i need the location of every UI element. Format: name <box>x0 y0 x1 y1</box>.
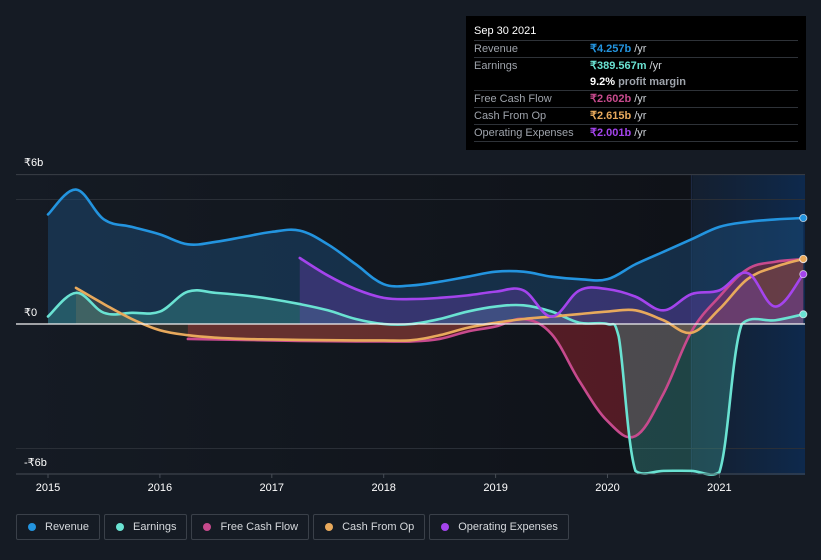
tooltip-date: Sep 30 2021 <box>474 23 798 41</box>
tooltip-unit: /yr <box>634 93 647 105</box>
y-tick-label: -₹6b <box>24 457 47 469</box>
legend-item-revenue[interactable]: Revenue <box>16 514 101 540</box>
tooltip-label: Revenue <box>474 43 519 55</box>
operating-expenses-dot-icon <box>441 523 450 531</box>
legend: Revenue Earnings Free Cash Flow Cash Fro… <box>16 514 569 540</box>
x-tick-label: 2020 <box>595 482 619 494</box>
tooltip-row-earnings: Earnings ₹389.567m /yr <box>474 58 798 74</box>
tooltip-label: Earnings <box>474 60 518 72</box>
legend-label: Cash From Op <box>342 521 415 533</box>
legend-item-earnings[interactable]: Earnings <box>104 514 188 540</box>
tooltip-label: Cash From Op <box>474 110 547 122</box>
tooltip-row-revenue: Revenue ₹4.257b /yr <box>474 41 798 58</box>
revenue-end-marker[interactable] <box>799 214 808 223</box>
legend-label: Operating Expenses <box>458 521 558 533</box>
tooltip: Sep 30 2021 Revenue ₹4.257b /yr Earnings… <box>466 16 806 150</box>
earnings-dot-icon <box>116 523 125 531</box>
legend-item-cash-from-op[interactable]: Cash From Op <box>313 514 426 540</box>
tooltip-row-free-cash-flow: Free Cash Flow ₹2.602b /yr <box>474 91 798 108</box>
x-tick-label: 2016 <box>148 482 172 494</box>
x-tick-label: 2017 <box>260 482 284 494</box>
operating-expenses-end-marker[interactable] <box>799 270 808 279</box>
tooltip-value: ₹4.257b <box>590 43 632 55</box>
tooltip-row-operating-expenses: Operating Expenses ₹2.001b /yr <box>474 125 798 142</box>
cash-from-op-end-marker[interactable] <box>799 254 808 263</box>
profit-margin-label: profit margin <box>618 76 686 88</box>
free-cash-flow-dot-icon <box>203 523 212 531</box>
cash-from-op-dot-icon <box>325 523 334 531</box>
y-tick-label: ₹0 <box>24 307 37 319</box>
legend-label: Earnings <box>133 521 177 533</box>
tooltip-label: Free Cash Flow <box>474 93 552 105</box>
tooltip-row-cash-from-op: Cash From Op ₹2.615b /yr <box>474 108 798 125</box>
x-tick-label: 2021 <box>707 482 731 494</box>
y-tick-label: ₹6b <box>24 157 43 169</box>
legend-label: Free Cash Flow <box>220 521 299 533</box>
tooltip-unit: /yr <box>634 43 647 55</box>
x-tick-label: 2019 <box>483 482 507 494</box>
tooltip-label: Operating Expenses <box>474 127 574 139</box>
x-tick-label: 2015 <box>36 482 60 494</box>
tooltip-value: ₹2.001b <box>590 127 632 139</box>
x-tick-label: 2018 <box>371 482 395 494</box>
tooltip-value: ₹389.567m <box>590 60 647 72</box>
tooltip-value: ₹2.602b <box>590 93 632 105</box>
legend-item-operating-expenses[interactable]: Operating Expenses <box>429 514 569 540</box>
tooltip-unit: /yr <box>634 127 647 139</box>
legend-label: Revenue <box>45 521 90 533</box>
profit-margin-value: 9.2% <box>590 76 616 88</box>
legend-item-free-cash-flow[interactable]: Free Cash Flow <box>191 514 310 540</box>
tooltip-profit-margin: 9.2% profit margin <box>474 74 798 91</box>
tooltip-value: ₹2.615b <box>590 110 632 122</box>
earnings-end-marker[interactable] <box>799 310 808 319</box>
revenue-dot-icon <box>28 523 36 531</box>
tooltip-unit: /yr <box>634 110 647 122</box>
tooltip-unit: /yr <box>649 60 662 72</box>
